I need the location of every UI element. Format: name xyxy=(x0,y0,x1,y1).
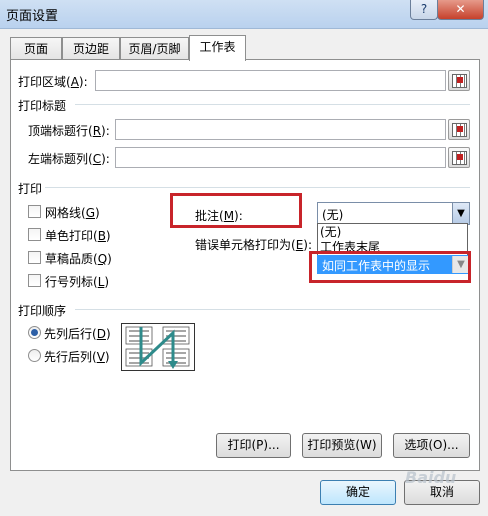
top-rows-input[interactable] xyxy=(115,119,446,140)
print-area-picker-button[interactable] xyxy=(448,70,470,91)
over-then-down-label: 先行后列(V) xyxy=(44,350,110,364)
print-area-label: 打印区域(A): xyxy=(18,75,88,89)
left-cols-label: 左端标题列(C): xyxy=(28,152,110,166)
divider xyxy=(75,104,470,105)
draft-quality-checkbox[interactable] xyxy=(28,251,41,264)
option-highlight-box xyxy=(309,251,471,283)
page-order-preview-icon xyxy=(121,323,195,371)
gridlines-label: 网格线(G) xyxy=(45,206,100,220)
comments-highlight-box xyxy=(170,193,302,228)
option-none[interactable]: (无) xyxy=(320,225,341,240)
down-then-over-label: 先列后行(D) xyxy=(44,327,111,341)
options-button[interactable]: 选项(O)... xyxy=(393,433,470,458)
print-button[interactable]: 打印(P)... xyxy=(216,433,291,458)
row-col-headings-checkbox[interactable] xyxy=(28,274,41,287)
watermark: Baidu xyxy=(405,468,457,487)
gridlines-checkbox[interactable] xyxy=(28,205,41,218)
over-then-down-radio[interactable] xyxy=(28,349,41,362)
ok-button[interactable]: 确定 xyxy=(320,480,396,505)
page-setup-dialog: 页面设置 ? ✕ 页面 页边距 页眉/页脚 工作表 打印区域(A): 打印标题 … xyxy=(0,0,488,516)
title-bar: 页面设置 ? ✕ xyxy=(0,0,488,29)
help-button[interactable]: ? xyxy=(410,0,438,20)
page-order-section-label: 打印顺序 xyxy=(18,304,67,318)
tab-margins[interactable]: 页边距 xyxy=(62,37,120,60)
divider xyxy=(75,309,470,310)
black-white-label: 单色打印(B) xyxy=(45,229,111,243)
close-button[interactable]: ✕ xyxy=(437,0,484,20)
print-area-input[interactable] xyxy=(95,70,446,91)
down-then-over-radio[interactable] xyxy=(28,326,41,339)
chevron-down-icon[interactable]: ▼ xyxy=(452,203,469,224)
tab-sheet[interactable]: 工作表 xyxy=(189,35,246,61)
draft-quality-label: 草稿品质(Q) xyxy=(45,252,112,266)
left-cols-picker-button[interactable] xyxy=(448,147,470,168)
row-col-headings-label: 行号列标(L) xyxy=(45,275,110,289)
left-cols-input[interactable] xyxy=(115,147,446,168)
black-white-checkbox[interactable] xyxy=(28,228,41,241)
divider xyxy=(45,187,470,188)
top-rows-label: 顶端标题行(R): xyxy=(28,124,110,138)
print-titles-section-label: 打印标题 xyxy=(18,99,67,113)
top-rows-picker-button[interactable] xyxy=(448,119,470,140)
cell-errors-label: 错误单元格打印为(E): xyxy=(195,238,313,252)
comments-select[interactable]: (无) ▼ xyxy=(317,202,470,225)
print-preview-button[interactable]: 打印预览(W) xyxy=(302,433,382,458)
print-section-label: 打印 xyxy=(18,182,43,196)
tab-page[interactable]: 页面 xyxy=(10,37,62,60)
window-title: 页面设置 xyxy=(6,9,59,24)
tab-header-footer[interactable]: 页眉/页脚 xyxy=(120,37,189,60)
